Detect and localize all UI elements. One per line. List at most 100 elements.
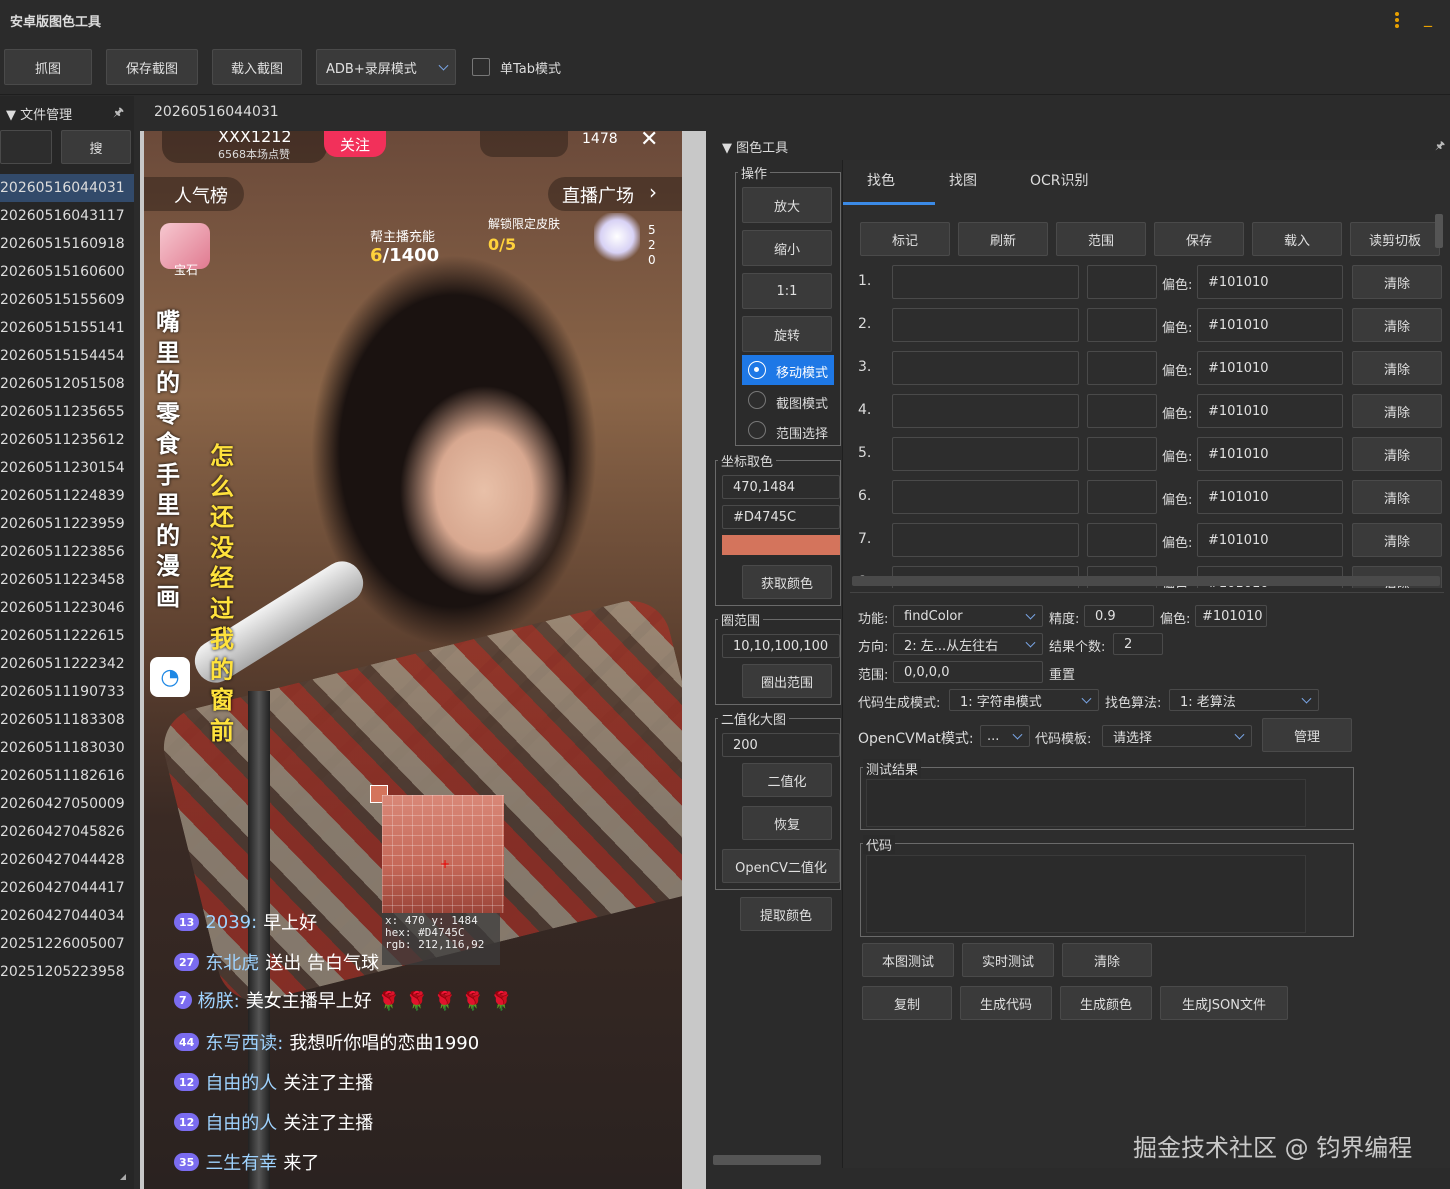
deviation-input[interactable]: #101010 [1195, 605, 1267, 627]
mode-move-radio[interactable] [748, 361, 766, 379]
file-list-item[interactable]: 20260511223856 [0, 538, 134, 566]
test-result-textarea[interactable] [866, 779, 1306, 827]
load-button[interactable]: 载入 [1252, 222, 1342, 256]
file-search-button[interactable]: 搜 [61, 130, 131, 164]
code-textarea[interactable] [866, 855, 1306, 933]
algorithm-select[interactable]: 1: 老算法 [1169, 689, 1319, 711]
clear-row-button[interactable]: 清除 [1352, 351, 1442, 385]
file-list-item[interactable]: 20260511183030 [0, 734, 134, 762]
offset-input[interactable]: #101010 [1197, 308, 1343, 342]
codegen-select[interactable]: 1: 字符串模式 [949, 689, 1099, 711]
mark-button[interactable]: 标记 [860, 222, 950, 256]
clear-row-button[interactable]: 清除 [1352, 308, 1442, 342]
point-coord-input[interactable] [892, 351, 1079, 385]
list-horizontal-scrollbar[interactable] [852, 576, 1440, 586]
image-canvas[interactable]: XXX1212 6568本场点赞 关注 1478 ✕ 人气榜 直播广场 › 宝石… [140, 131, 706, 1189]
point-coord-input[interactable] [892, 437, 1079, 471]
file-list-item[interactable]: 20260515155609 [0, 286, 134, 314]
realtime-test-button[interactable]: 实时测试 [962, 943, 1054, 977]
offset-input[interactable]: #101010 [1197, 480, 1343, 514]
refresh-button[interactable]: 刷新 [958, 222, 1048, 256]
point-color-input[interactable] [1087, 480, 1157, 514]
test-image-button[interactable]: 本图测试 [862, 943, 954, 977]
point-color-input[interactable] [1087, 437, 1157, 471]
tab-find-image[interactable]: 找图 [949, 170, 977, 190]
file-list-item[interactable]: 20260511223046 [0, 594, 134, 622]
point-color-input[interactable] [1087, 351, 1157, 385]
reset-button[interactable]: 重置 [1049, 664, 1075, 683]
precision-input[interactable]: 0.9 [1084, 605, 1154, 627]
file-list-item[interactable]: 20260427045826 [0, 818, 134, 846]
tool-panel-header[interactable]: ▼ 图色工具 [722, 137, 788, 156]
file-list-item[interactable]: 20251205223958 [0, 958, 134, 986]
result-count-input[interactable]: 2 [1113, 633, 1163, 655]
restore-button[interactable]: 恢复 [742, 806, 832, 840]
opencv-binarize-button[interactable]: OpenCV二值化 [722, 849, 840, 883]
rotate-button[interactable]: 旋转 [742, 316, 832, 352]
zoom-out-button[interactable]: 缩小 [742, 230, 832, 266]
point-coord-input[interactable] [892, 265, 1079, 299]
load-screenshot-button[interactable]: 载入截图 [212, 49, 302, 85]
file-list-item[interactable]: 20260427044034 [0, 902, 134, 930]
file-search-input[interactable] [0, 130, 52, 164]
file-list-item[interactable]: 20260515154454 [0, 342, 134, 370]
clear-result-button[interactable]: 清除 [1062, 943, 1152, 977]
file-list-item[interactable]: 20260511223458 [0, 566, 134, 594]
file-list-item[interactable]: 20260511235612 [0, 426, 134, 454]
mode-capture-radio[interactable] [748, 391, 766, 409]
file-panel-header[interactable]: ▼ 文件管理 [6, 104, 72, 123]
vertical-dots-icon[interactable] [1392, 10, 1402, 30]
file-list-item[interactable]: 20260515160600 [0, 258, 134, 286]
file-list-item[interactable]: 20260511230154 [0, 454, 134, 482]
file-list-item[interactable]: 20260512051508 [0, 370, 134, 398]
file-list-item[interactable]: 20260511223959 [0, 510, 134, 538]
clear-row-button[interactable]: 清除 [1352, 523, 1442, 557]
generate-code-button[interactable]: 生成代码 [960, 986, 1052, 1020]
point-coord-input[interactable] [892, 394, 1079, 428]
direction-select[interactable]: 2: 左...从左往右 [893, 633, 1043, 655]
template-select[interactable]: 请选择 [1102, 725, 1252, 747]
clear-row-button[interactable]: 清除 [1352, 480, 1442, 514]
point-coord-input[interactable] [892, 480, 1079, 514]
offset-input[interactable]: #101010 [1197, 351, 1343, 385]
file-list-item[interactable]: 20260511183308 [0, 706, 134, 734]
range-button[interactable]: 范围 [1056, 222, 1146, 256]
clear-row-button[interactable]: 清除 [1352, 437, 1442, 471]
tab-find-color[interactable]: 找色 [867, 170, 895, 190]
coord-input[interactable]: 470,1484 [722, 475, 840, 499]
manage-button[interactable]: 管理 [1262, 718, 1352, 752]
point-color-input[interactable] [1087, 308, 1157, 342]
zoom-in-button[interactable]: 放大 [742, 187, 832, 223]
single-tab-checkbox[interactable] [472, 58, 490, 76]
extract-color-button[interactable]: 提取颜色 [740, 897, 832, 931]
clear-row-button[interactable]: 清除 [1352, 265, 1442, 299]
offset-input[interactable]: #101010 [1197, 394, 1343, 428]
file-list-item[interactable]: 20260427044428 [0, 846, 134, 874]
offset-input[interactable]: #101010 [1197, 523, 1343, 557]
minimize-button[interactable]: _ [1424, 8, 1432, 27]
point-color-input[interactable] [1087, 523, 1157, 557]
param-range-input[interactable]: 0,0,0,0 [893, 661, 1043, 683]
file-list-item[interactable]: 20251226005007 [0, 930, 134, 958]
file-list-item[interactable]: 20260515160918 [0, 230, 134, 258]
file-list-item[interactable]: 20260516043117 [0, 202, 134, 230]
file-list-item[interactable]: 20260515155141 [0, 314, 134, 342]
resize-grip-icon[interactable] [120, 1174, 126, 1180]
capture-button[interactable]: 抓图 [4, 49, 92, 85]
offset-input[interactable]: #101010 [1197, 265, 1343, 299]
tab-ocr[interactable]: OCR识别 [1030, 170, 1089, 190]
file-list-item[interactable]: 20260511235655 [0, 398, 134, 426]
image-tab-title[interactable]: 20260516044031 [154, 104, 279, 120]
range-input[interactable]: 10,10,100,100 [722, 634, 840, 658]
pin-icon[interactable]: 🖈 [1435, 137, 1445, 156]
clear-row-button[interactable]: 清除 [1352, 394, 1442, 428]
point-coord-input[interactable] [892, 523, 1079, 557]
file-list-item[interactable]: 20260511190733 [0, 678, 134, 706]
vertical-scrollbar[interactable] [1435, 214, 1443, 248]
save-screenshot-button[interactable]: 保存截图 [106, 49, 198, 85]
file-list-item[interactable]: 20260427044417 [0, 874, 134, 902]
threshold-input[interactable]: 200 [722, 733, 840, 757]
binarize-button[interactable]: 二值化 [742, 763, 832, 797]
file-list-item[interactable]: 20260516044031 [0, 174, 134, 202]
get-color-button[interactable]: 获取颜色 [742, 565, 832, 599]
